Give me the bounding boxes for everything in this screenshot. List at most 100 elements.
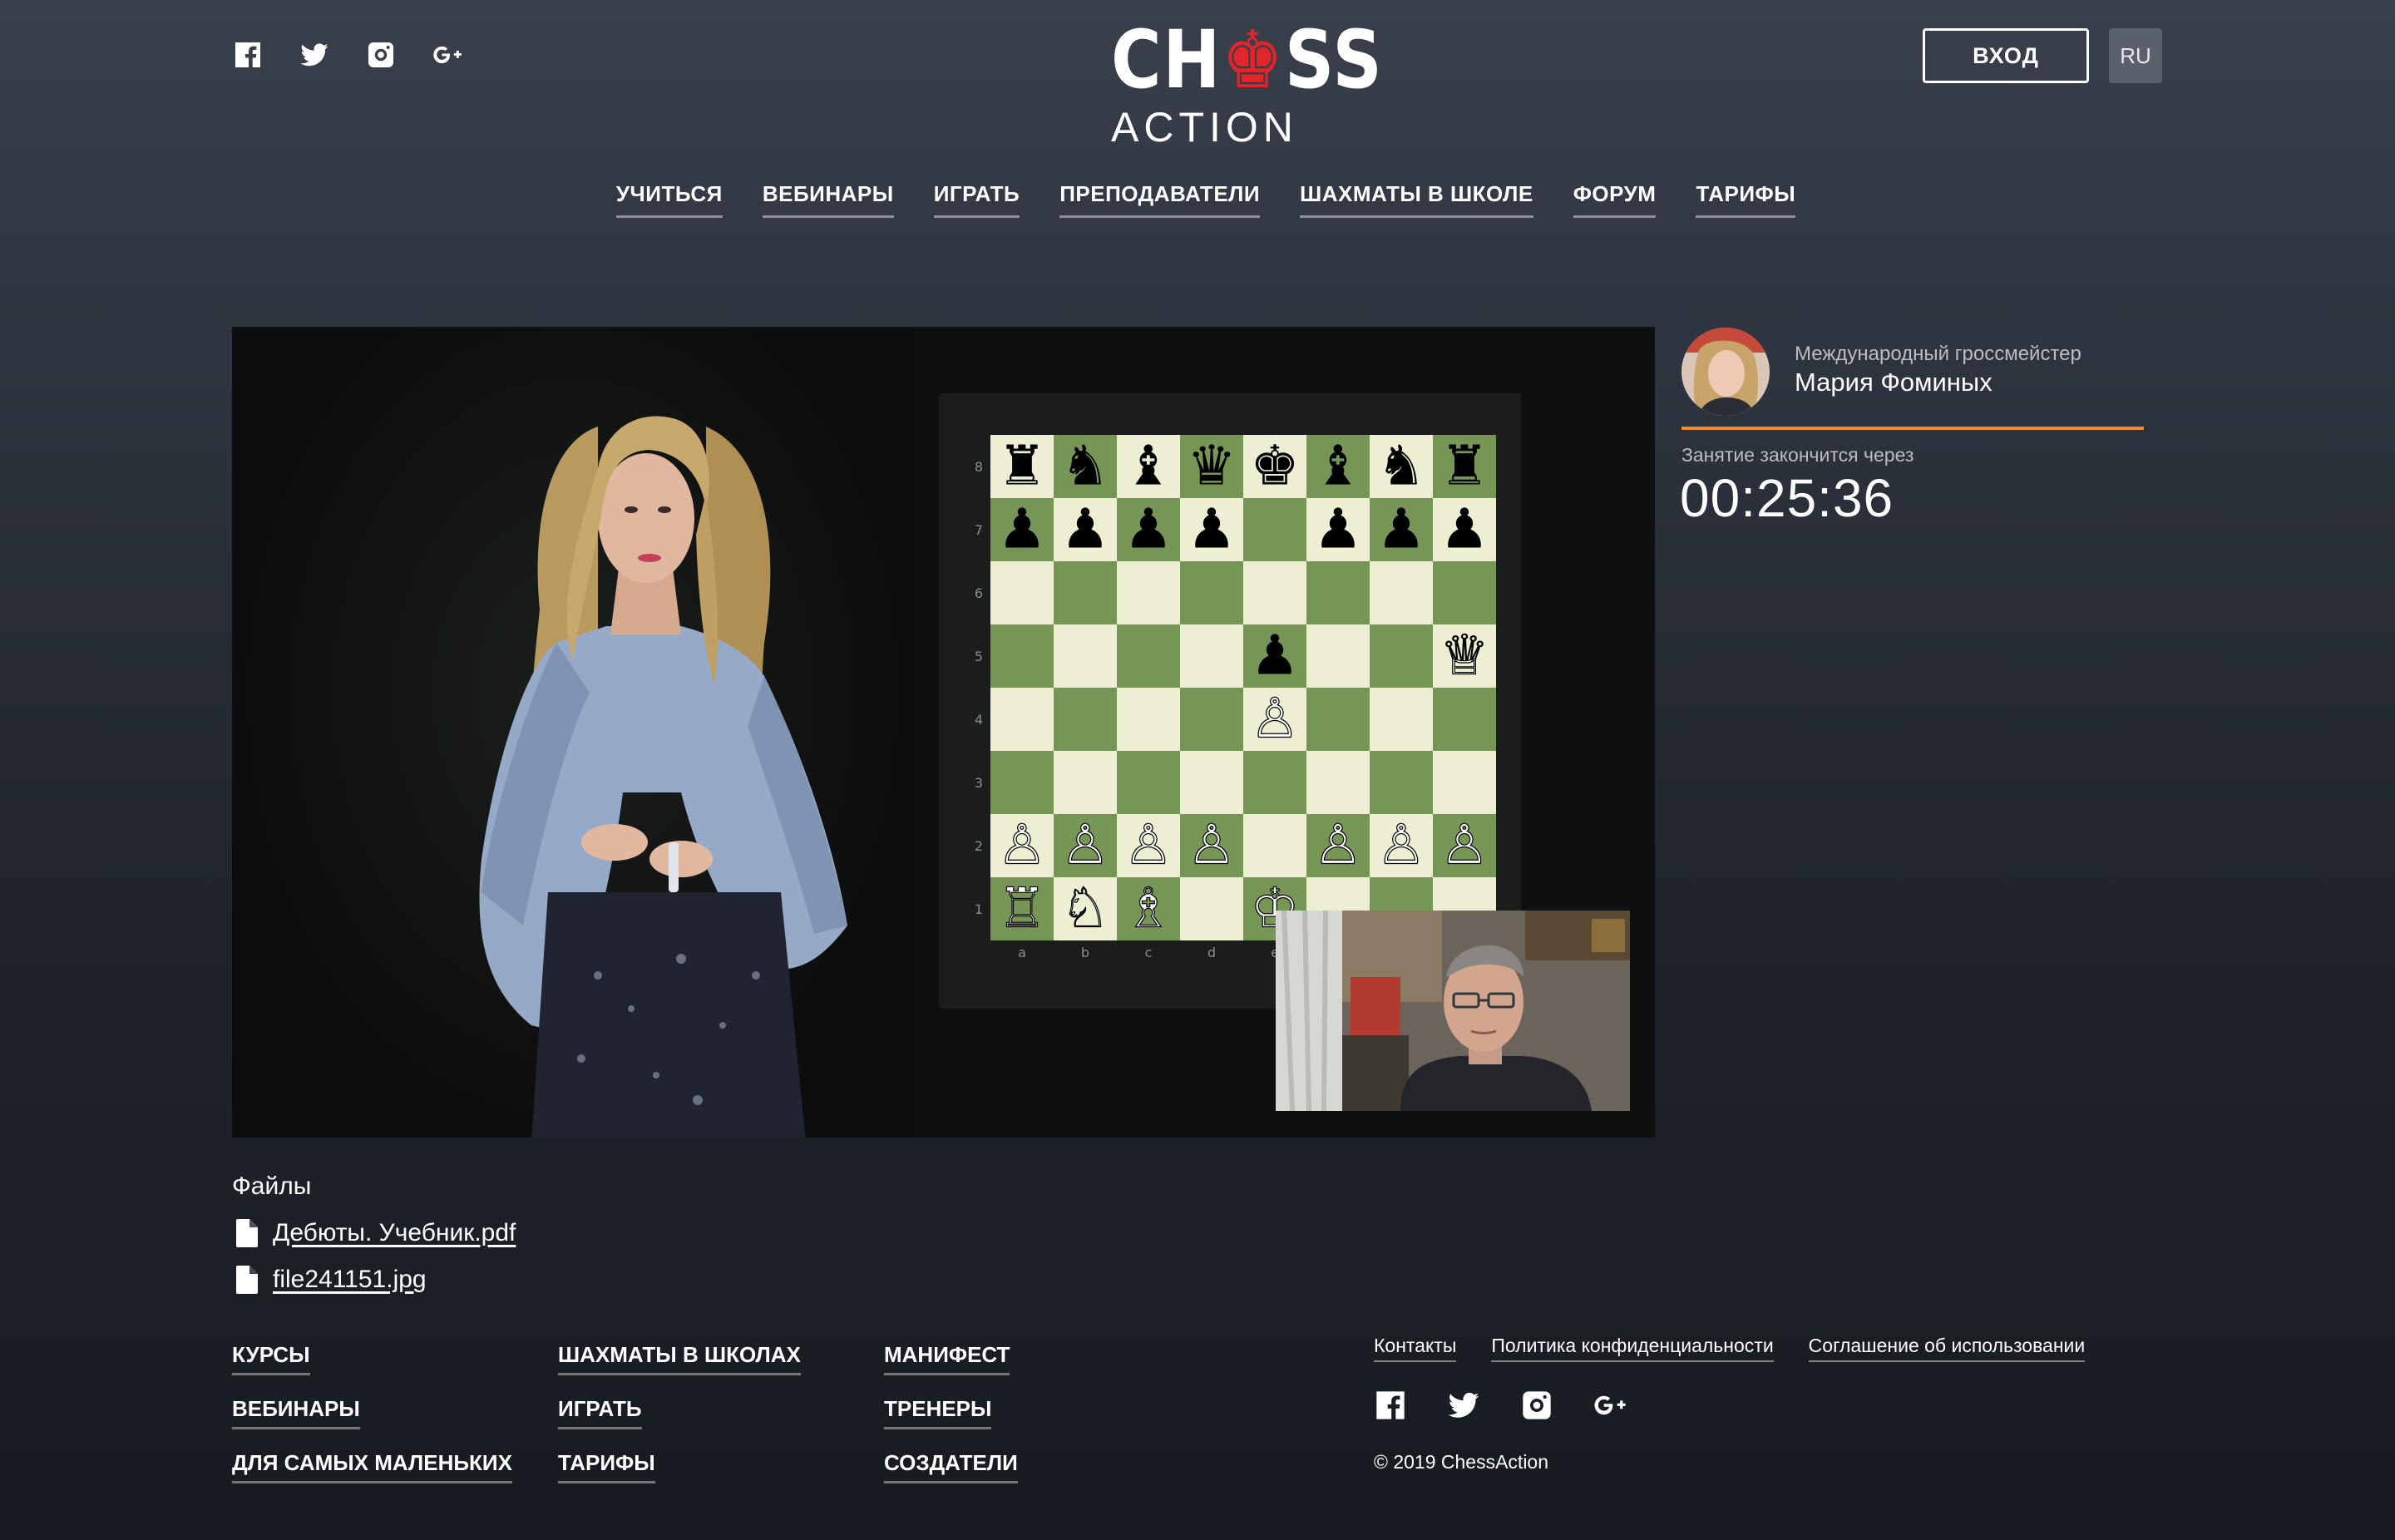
board-square[interactable] [1180, 688, 1243, 751]
nav-webinars[interactable]: ВЕБИНАРЫ [762, 181, 894, 218]
footer-link-coaches[interactable]: ТРЕНЕРЫ [884, 1396, 992, 1429]
file-link-pdf[interactable]: Дебюты. Учебник.pdf [236, 1219, 516, 1247]
board-square[interactable] [1180, 624, 1243, 688]
board-square[interactable] [1306, 624, 1370, 688]
board-square[interactable] [1054, 751, 1117, 814]
chess-piece[interactable]: ♙ [1376, 812, 1426, 877]
lesson-video-player[interactable]: ♜ ♞ ♝ ♛ ♚ ♝ ♞ ♜ ♟ ♟ ♟ ♟ ♟ ♟ ♟ ♟ ♕ ♙ ♙ ♙ ♙ ♙ ♙ ♙ ♙ ♖ ♘ ♗ ♔ 8 7 6 5 4 3 2 1 a b c… [232, 327, 1655, 1138]
board-square[interactable] [1433, 561, 1496, 624]
instagram-icon[interactable] [1520, 1389, 1553, 1422]
chess-piece[interactable]: ♟ [1376, 496, 1425, 560]
footer-link-courses[interactable]: КУРСЫ [232, 1342, 310, 1375]
chess-piece[interactable]: ♟ [1250, 623, 1299, 687]
chess-piece[interactable]: ♙ [1439, 812, 1489, 877]
board-square[interactable] [1306, 688, 1370, 751]
footer-link-for-kids[interactable]: ДЛЯ САМЫХ МАЛЕНЬКИХ [232, 1450, 512, 1483]
nav-pricing[interactable]: ТАРИФЫ [1696, 181, 1796, 218]
board-square[interactable] [1306, 751, 1370, 814]
chess-piece[interactable]: ♛ [1187, 433, 1236, 497]
file-name[interactable]: file241151.jpg [273, 1266, 427, 1294]
language-button[interactable]: RU [2109, 28, 2162, 83]
board-square[interactable] [1180, 561, 1243, 624]
login-button[interactable]: ВХОД [1923, 28, 2089, 83]
footer-link-webinars[interactable]: ВЕБИНАРЫ [232, 1396, 360, 1429]
google-plus-icon[interactable] [431, 38, 464, 72]
file-name[interactable]: Дебюты. Учебник.pdf [273, 1219, 516, 1247]
chess-piece[interactable]: ♝ [1313, 433, 1362, 497]
board-square[interactable] [1117, 751, 1180, 814]
chess-piece[interactable]: ♞ [1060, 433, 1109, 497]
chess-piece[interactable]: ♙ [1123, 812, 1173, 877]
chess-piece[interactable]: ♟ [1060, 496, 1109, 560]
footer-link-play[interactable]: ИГРАТЬ [558, 1396, 642, 1429]
chess-piece[interactable]: ♜ [997, 433, 1046, 497]
chess-piece[interactable]: ♙ [1060, 812, 1110, 877]
board-square[interactable] [1243, 814, 1306, 877]
board-square[interactable] [1370, 751, 1433, 814]
footer-link-manifesto[interactable]: МАНИФЕСТ [884, 1342, 1010, 1375]
board-square[interactable] [1054, 624, 1117, 688]
chess-piece[interactable]: ♙ [1187, 812, 1237, 877]
board-square[interactable] [1117, 688, 1180, 751]
nav-learn[interactable]: УЧИТЬСЯ [615, 181, 723, 218]
board-square[interactable] [1243, 751, 1306, 814]
teacher-avatar[interactable] [1681, 328, 1770, 416]
nav-chess-at-school[interactable]: ШАХМАТЫ В ШКОЛЕ [1300, 181, 1533, 218]
nav-play[interactable]: ИГРАТЬ [933, 181, 1020, 218]
board-square[interactable] [1054, 688, 1117, 751]
footer-link-pricing[interactable]: ТАРИФЫ [558, 1450, 655, 1483]
file-link-jpg[interactable]: file241151.jpg [236, 1266, 427, 1294]
board-square[interactable] [1180, 877, 1243, 940]
board-square[interactable] [1117, 561, 1180, 624]
chess-piece[interactable]: ♜ [1439, 433, 1489, 497]
chess-piece[interactable]: ♘ [1060, 876, 1110, 940]
chess-piece[interactable]: ♚ [1250, 433, 1299, 497]
board-square[interactable] [990, 561, 1054, 624]
board-square[interactable] [1433, 751, 1496, 814]
chessboard[interactable]: ♜ ♞ ♝ ♛ ♚ ♝ ♞ ♜♟ ♟ ♟ ♟ ♟ ♟ ♟♟ ♕♙♙ ♙ ♙ ♙ ♙ ♙ ♙♖ ♘ ♗ ♔87654321a b c… [964, 418, 1496, 984]
teacher-name[interactable]: Мария Фоминых [1795, 368, 1993, 397]
board-square[interactable] [990, 688, 1054, 751]
footer-link-contacts[interactable]: Контакты [1374, 1335, 1457, 1362]
board-square[interactable] [1243, 498, 1306, 561]
footer-link-privacy[interactable]: Политика конфиденциальности [1491, 1335, 1774, 1362]
footer-link-terms[interactable]: Соглашение об использовании [1808, 1335, 2086, 1362]
instagram-icon[interactable] [364, 38, 398, 72]
chess-piece[interactable]: ♕ [1439, 623, 1489, 688]
board-square[interactable] [1370, 688, 1433, 751]
chess-piece[interactable]: ♞ [1376, 433, 1425, 497]
board-square[interactable] [990, 624, 1054, 688]
footer-link-creators[interactable]: СОЗДАТЕЛИ [884, 1450, 1018, 1483]
board-square[interactable] [1433, 688, 1496, 751]
chess-piece[interactable]: ♙ [1313, 812, 1363, 877]
chessaction-logo[interactable]: CH ♚ SS ACTION [1111, 18, 1382, 151]
board-square[interactable] [990, 751, 1054, 814]
google-plus-icon[interactable] [1593, 1389, 1627, 1422]
twitter-icon[interactable] [1447, 1389, 1480, 1422]
board-square[interactable] [1243, 561, 1306, 624]
chess-piece[interactable]: ♟ [1439, 496, 1489, 560]
chess-piece[interactable]: ♟ [1313, 496, 1362, 560]
chess-piece[interactable]: ♝ [1123, 433, 1173, 497]
student-webcam-feed[interactable] [1276, 911, 1630, 1111]
facebook-icon[interactable] [231, 38, 264, 72]
board-square[interactable] [1370, 624, 1433, 688]
facebook-icon[interactable] [1374, 1389, 1407, 1422]
chess-piece[interactable]: ♙ [1250, 686, 1300, 751]
board-square[interactable] [1117, 624, 1180, 688]
board-square[interactable] [1306, 561, 1370, 624]
chess-piece[interactable]: ♙ [997, 812, 1047, 877]
main-navigation: УЧИТЬСЯ ВЕБИНАРЫ ИГРАТЬ ПРЕПОДАВАТЕЛИ ША… [0, 181, 2395, 218]
chess-piece[interactable]: ♟ [1187, 496, 1236, 560]
footer-link-chess-in-schools[interactable]: ШАХМАТЫ В ШКОЛАХ [558, 1342, 801, 1375]
board-square[interactable] [1054, 561, 1117, 624]
twitter-icon[interactable] [298, 38, 331, 72]
nav-teachers[interactable]: ПРЕПОДАВАТЕЛИ [1059, 181, 1261, 218]
board-square[interactable] [1180, 751, 1243, 814]
chess-piece[interactable]: ♟ [1123, 496, 1173, 560]
chess-piece[interactable]: ♖ [997, 876, 1047, 940]
chess-piece[interactable]: ♗ [1123, 876, 1173, 940]
nav-forum[interactable]: ФОРУМ [1573, 181, 1657, 218]
board-square[interactable] [1370, 561, 1433, 624]
chess-piece[interactable]: ♟ [997, 496, 1046, 560]
